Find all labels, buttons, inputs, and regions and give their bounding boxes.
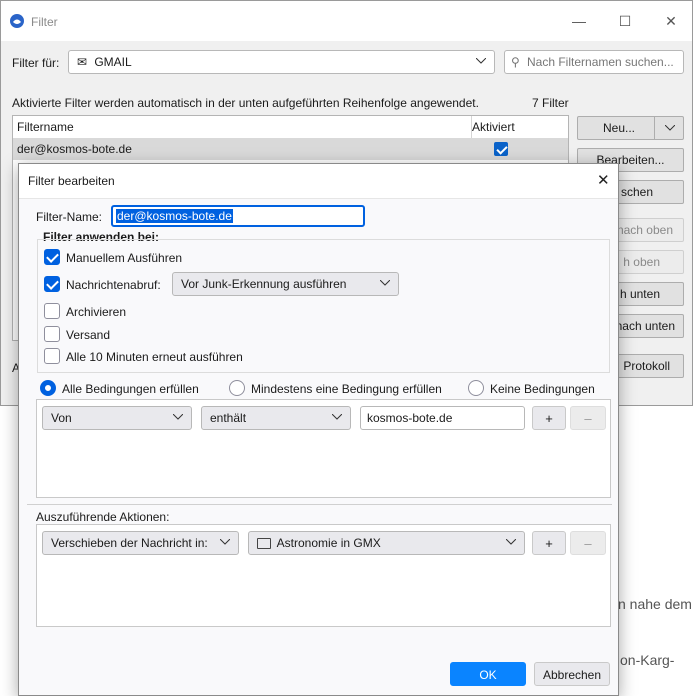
condition-value-input[interactable]: kosmos-bote.de [360, 406, 525, 430]
condition-value: kosmos-bote.de [367, 411, 453, 425]
remove-action-button[interactable]: – [570, 531, 606, 555]
dialog-titlebar: Filter bearbeiten ✕ [19, 164, 618, 199]
chevron-down-icon[interactable] [654, 117, 685, 139]
dialog-title: Filter bearbeiten [28, 174, 115, 188]
list-item[interactable]: der@kosmos-bote.de [13, 138, 568, 160]
background-text: on-Karg- [620, 652, 675, 668]
periodic-label: Alle 10 Minuten erneut ausführen [66, 350, 243, 364]
send-checkbox[interactable] [44, 326, 60, 342]
manual-run-checkbox[interactable] [44, 249, 60, 265]
info-text: Aktivierte Filter werden automatisch in … [12, 96, 479, 110]
active-checkbox[interactable] [494, 142, 508, 156]
match-all-radio[interactable] [40, 380, 56, 396]
mail-account-icon: ✉ [77, 55, 88, 69]
close-icon[interactable]: ✕ [659, 9, 683, 33]
chevron-down-icon [220, 532, 230, 545]
actions-heading: Auszuführende Aktionen: [36, 510, 170, 524]
filter-edit-dialog: Filter bearbeiten ✕ Filter-Name: der@kos… [18, 163, 619, 696]
add-action-button[interactable]: + [532, 531, 566, 555]
condition-operator-select[interactable]: enthält [201, 406, 351, 430]
new-button[interactable]: Neu... [577, 116, 684, 140]
chevron-down-icon [476, 51, 486, 64]
filter-name-value: der@kosmos-bote.de [116, 209, 233, 223]
chevron-down-icon [506, 532, 516, 545]
filter-name-input[interactable]: der@kosmos-bote.de [111, 205, 365, 227]
condition-field-select[interactable]: Von [42, 406, 192, 430]
account-name: GMAIL [94, 55, 132, 69]
fetch-timing-select[interactable]: Vor Junk-Erkennung ausführen [172, 272, 399, 296]
action-type-value: Verschieben der Nachricht in: [51, 536, 208, 550]
condition-field-value: Von [51, 411, 72, 425]
target-folder-value: Astronomie in GMX [276, 536, 381, 550]
thunderbird-icon [9, 13, 25, 29]
target-folder-select[interactable]: Astronomie in GMX [248, 531, 525, 555]
manual-run-label: Manuellem Ausführen [66, 251, 183, 265]
fetch-timing-value: Vor Junk-Erkennung ausführen [181, 277, 347, 291]
periodic-checkbox[interactable] [44, 348, 60, 364]
cancel-button[interactable]: Abbrechen [534, 662, 610, 686]
filter-name-label: Filter-Name: [36, 210, 103, 224]
divider [27, 504, 612, 505]
background-text: n nahe dem [618, 596, 692, 612]
add-condition-button[interactable]: + [532, 406, 566, 430]
remove-condition-button[interactable]: – [570, 406, 606, 430]
chevron-down-icon [380, 273, 390, 286]
action-type-select[interactable]: Verschieben der Nachricht in: [42, 531, 239, 555]
match-any-label: Mindestens eine Bedingung erfüllen [251, 382, 442, 396]
condition-operator-value: enthält [210, 411, 247, 425]
match-all-label: Alle Bedingungen erfüllen [62, 382, 199, 396]
titlebar: Filter — ☐ ✕ [1, 1, 692, 41]
column-header-active[interactable]: Aktiviert [472, 116, 568, 139]
account-select[interactable]: ✉ GMAIL [68, 50, 495, 74]
filter-name: der@kosmos-bote.de [17, 142, 132, 156]
send-label: Versand [66, 328, 111, 342]
minimize-icon[interactable]: — [567, 9, 591, 33]
match-any-radio[interactable] [229, 380, 245, 396]
search-input[interactable]: ⚲ Nach Filternamen suchen... [504, 50, 684, 74]
close-icon[interactable]: ✕ [597, 171, 610, 189]
chevron-down-icon [332, 407, 342, 420]
maximize-icon[interactable]: ☐ [613, 9, 637, 33]
ok-button[interactable]: OK [450, 662, 526, 686]
chevron-down-icon [173, 407, 183, 420]
fetch-checkbox[interactable] [44, 276, 60, 292]
column-header-name[interactable]: Filtername [13, 116, 472, 139]
fetch-label: Nachrichtenabruf: [66, 278, 161, 292]
new-button-label: Neu... [603, 121, 636, 135]
search-icon: ⚲ [511, 55, 520, 69]
match-none-label: Keine Bedingungen [490, 382, 595, 396]
archive-label: Archivieren [66, 305, 127, 319]
window-title: Filter [31, 15, 58, 29]
search-placeholder: Nach Filternamen suchen... [527, 55, 674, 69]
filter-count: 7 Filter [532, 96, 569, 110]
filter-for-label: Filter für: [12, 56, 60, 70]
archive-checkbox[interactable] [44, 303, 60, 319]
folder-icon [257, 538, 271, 550]
match-none-radio[interactable] [468, 380, 484, 396]
